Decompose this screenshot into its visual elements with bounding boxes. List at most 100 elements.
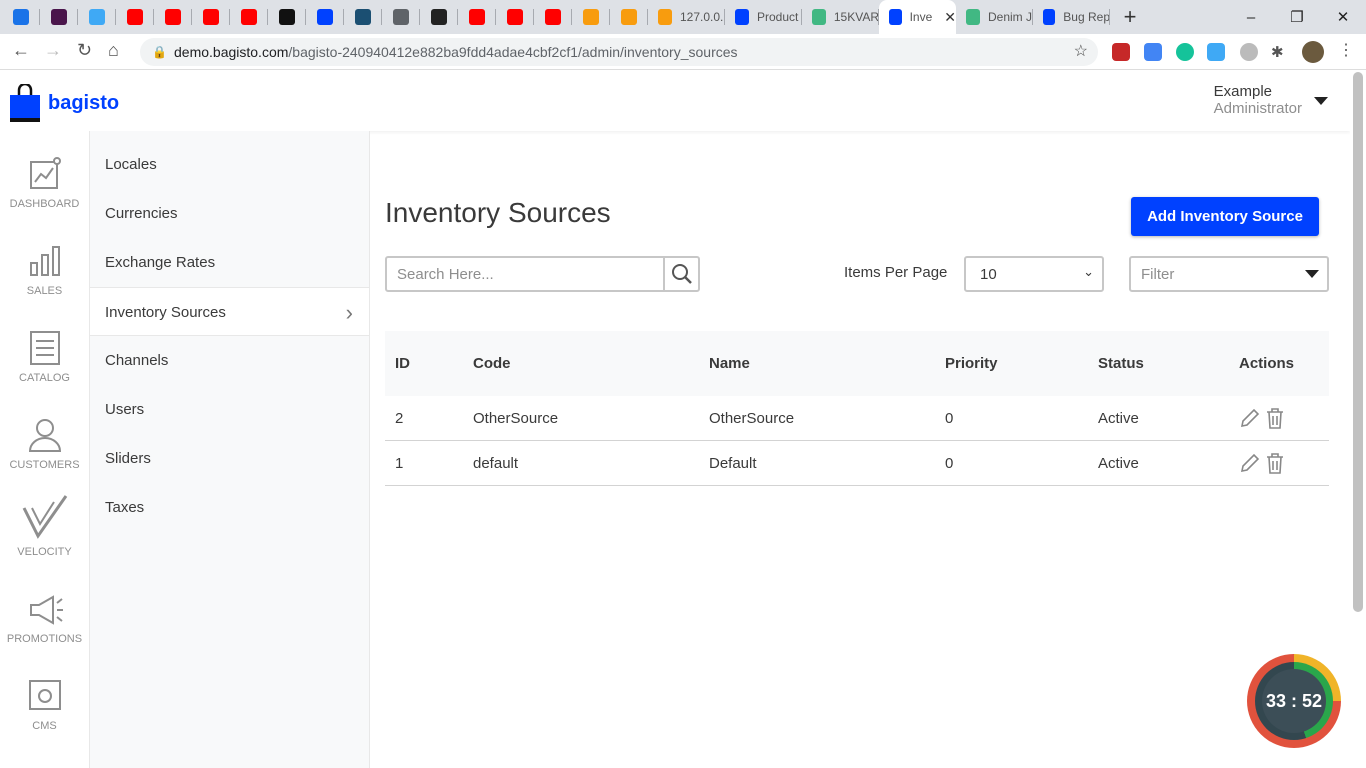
home-icon[interactable]: ⌂ [108,40,119,61]
restore-button[interactable]: ❐ [1274,0,1320,34]
extension-fi-icon[interactable] [1207,43,1225,61]
grammarly-icon[interactable] [1176,43,1194,61]
nav-cms[interactable]: CMS [0,653,89,740]
bagisto-icon [735,9,749,25]
filter-select[interactable]: Filter [1129,256,1329,292]
submenu-label: Sliders [105,450,151,467]
table-row: 2 OtherSource OtherSource 0 Active [385,396,1329,441]
column-id[interactable]: ID [385,355,473,372]
pinned-tab[interactable] [268,0,306,34]
close-window-button[interactable]: ✕ [1320,0,1366,34]
submenu-item-sliders[interactable]: Sliders [90,434,369,483]
address-bar-row: ← → ↻ ⌂ 🔒 demo.bagisto.com/bagisto-24094… [0,34,1366,70]
delete-trash-icon[interactable] [1265,452,1285,474]
submenu-item-exchange-rates[interactable]: Exchange Rates [90,238,369,287]
browser-tab[interactable]: Inve ✕ [879,0,956,34]
pinned-tab[interactable] [572,0,610,34]
browser-tab[interactable]: Product [725,0,802,34]
edit-pencil-icon[interactable] [1239,407,1261,429]
submenu-item-locales[interactable]: Locales [90,140,369,189]
profile-avatar[interactable] [1302,41,1324,63]
extension-check-icon[interactable] [1240,43,1258,61]
nav-velocity[interactable]: VELOCITY [0,479,89,566]
page-scrollbar[interactable] [1350,70,1366,768]
browser-tab[interactable]: 127.0.0. [648,0,725,34]
search-button[interactable] [663,258,698,290]
youtube-icon [241,9,257,25]
search-input[interactable]: Search Here... [385,256,700,292]
extension-icon[interactable] [1112,43,1130,61]
youtube-icon [545,9,561,25]
submenu-item-channels[interactable]: Channels [90,336,369,385]
zapier-icon [89,9,105,25]
pinned-tab[interactable] [78,0,116,34]
pinned-tab[interactable] [458,0,496,34]
nav-dashboard[interactable]: DASHBOARD [0,131,89,218]
cell-name: OtherSource [709,409,795,427]
items-per-page-select[interactable]: 10 ⌄ [964,256,1104,292]
pinned-tab[interactable] [306,0,344,34]
url-input[interactable]: 🔒 demo.bagisto.com/bagisto-240940412e882… [140,38,1098,66]
submenu-item-users[interactable]: Users [90,385,369,434]
submenu-label: Inventory Sources [105,304,226,321]
pfs-icon [355,9,371,25]
timer-widget[interactable]: 33 : 52 [1247,654,1341,748]
reload-icon[interactable]: ↻ [77,40,92,61]
browser-tab[interactable]: 15KVAR [802,0,879,34]
bookmark-star-icon[interactable]: ☆ [1074,38,1088,66]
pinned-tab[interactable] [230,0,268,34]
caret-down-icon[interactable] [1314,97,1328,105]
submenu-item-inventory-sources[interactable]: Inventory Sources › [90,287,369,336]
submenu-item-currencies[interactable]: Currencies [90,189,369,238]
nav-catalog[interactable]: CATALOG [0,305,89,392]
pinned-tab[interactable] [534,0,572,34]
logo-text[interactable]: bagisto [48,92,119,115]
cell-name: Default [709,454,757,472]
bagisto-icon [889,9,902,25]
menu-kebab-icon[interactable]: ⋮ [1338,40,1356,59]
minimize-button[interactable]: – [1228,0,1274,34]
pinned-tab[interactable] [420,0,458,34]
browser-tab[interactable]: Bug Rep [1033,0,1110,34]
browser-tab[interactable]: Denim J [956,0,1033,34]
scrollbar-thumb[interactable] [1353,72,1363,612]
edit-pencil-icon[interactable] [1239,452,1261,474]
column-status[interactable]: Status [1098,355,1239,372]
pinned-tab[interactable] [116,0,154,34]
new-tab-button[interactable]: + [1110,4,1150,30]
check-icon [13,9,29,25]
user-menu[interactable]: Example Administrator [1214,83,1302,117]
extensions-puzzle-icon[interactable]: ✱ [1271,43,1289,61]
pinned-tab[interactable] [40,0,78,34]
pinned-tab[interactable] [2,0,40,34]
column-name[interactable]: Name [709,355,945,372]
back-icon[interactable]: ← [12,40,30,61]
nav-label: DASHBOARD [9,198,80,210]
pinned-tab[interactable] [192,0,230,34]
pinned-tab[interactable] [382,0,420,34]
items-per-page-label: Items Per Page [844,264,948,281]
tab-title: Denim J [988,10,1033,24]
user-name: Example [1213,83,1272,100]
nav-customers[interactable]: CUSTOMERS [0,392,89,479]
close-tab-icon[interactable]: ✕ [944,9,956,26]
delete-trash-icon[interactable] [1265,407,1285,429]
submenu-item-taxes[interactable]: Taxes [90,483,369,532]
nav-promotions[interactable]: PROMOTIONS [0,566,89,653]
pinned-tab[interactable] [610,0,648,34]
tab-title: Bug Rep [1063,10,1110,24]
hackerrank-icon [279,9,295,25]
google-translate-icon[interactable] [1144,43,1162,61]
column-code[interactable]: Code [473,355,709,372]
pinned-tab[interactable] [344,0,382,34]
table-row: 1 default Default 0 Active [385,441,1329,486]
pinned-tab[interactable] [154,0,192,34]
column-priority[interactable]: Priority [945,355,1098,372]
pinned-tab[interactable] [496,0,534,34]
cell-id: 2 [395,409,404,427]
dashboard-icon [29,157,61,189]
url-path: /bagisto-240940412e882ba9fdd4adae4cbf2cf… [288,44,738,60]
forward-icon[interactable]: → [44,40,62,61]
nav-sales[interactable]: SALES [0,218,89,305]
add-inventory-source-button[interactable]: Add Inventory Source [1131,197,1319,236]
